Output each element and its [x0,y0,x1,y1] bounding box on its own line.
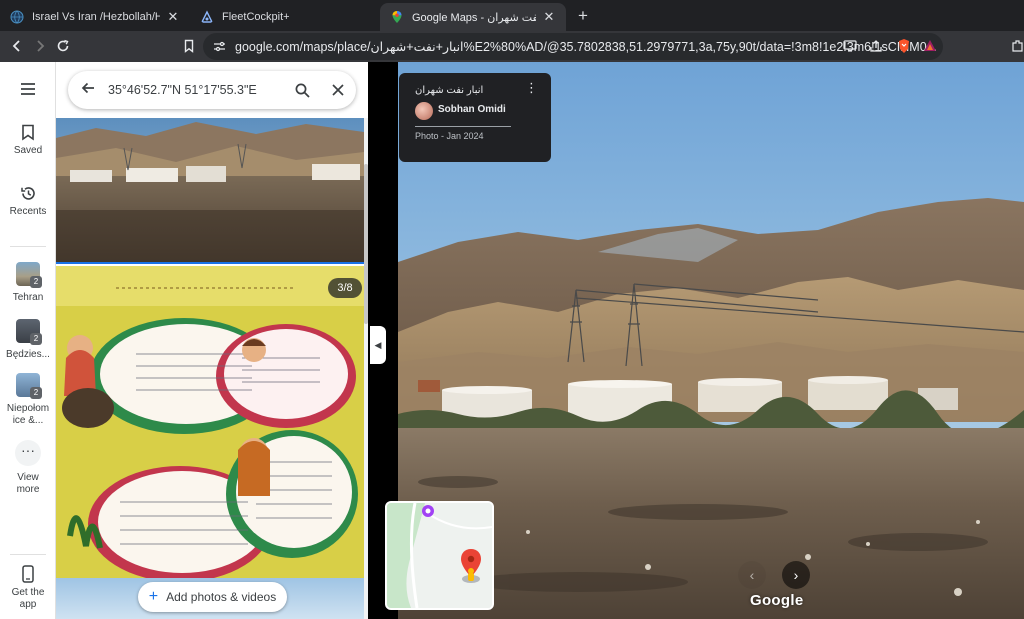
mini-map[interactable] [385,501,494,610]
rail-recents-label: Recents [9,206,47,217]
share-icon [870,40,882,52]
plus-icon: + [148,588,159,605]
rail-divider [10,246,46,247]
close-tab-icon[interactable]: ✕ [542,9,556,25]
rail-place-label: Niepołom ice &... [6,403,50,426]
photo-info-card: انبار نفت شهران ⋮ Sobhan Omidi Photo - J… [399,73,551,162]
history-icon [20,187,35,200]
place-count-badge: 2 [30,276,42,288]
rail-place-niepolomice[interactable]: 2 Niepołom ice &... [0,373,56,427]
photo-thumbnail-landscape[interactable] [56,118,364,264]
rail-saved[interactable]: Saved [0,124,56,156]
tab-label: Google Maps - انبار نفت شهران [412,11,536,24]
address-bar[interactable]: google.com/maps/place/انبار+نفت+شهران%E2… [203,33,943,60]
place-thumbnail: 2 [16,262,42,288]
rail-place-tehran[interactable]: 2 Tehran [0,262,56,303]
rail-place-bedzies[interactable]: 2 Będzies... [0,319,56,360]
photo-date: Photo - Jan 2024 [415,131,484,141]
place-thumbnail: 2 [16,373,42,399]
rail-view-more[interactable]: ··· View more [0,440,56,496]
photo-counter: 3/8 [328,278,362,298]
rail-place-label: Będzies... [6,349,50,360]
close-icon[interactable] [320,71,356,109]
tab-israel-vs-iran[interactable]: Israel Vs Iran /Hezbollah/Houthi ✕ [0,3,190,31]
photo-thumbnail-book[interactable] [56,266,364,578]
url-text: google.com/maps/place/انبار+نفت+شهران%E2… [235,40,938,54]
add-photos-button[interactable]: + Add photos & videos [138,582,287,612]
chevron-left-icon: ‹ [749,567,755,583]
search-box[interactable]: 35°46'52.7"N 51°17'55.3"E [68,71,356,109]
brave-lion-icon [899,39,909,53]
back-arrow-icon[interactable] [68,81,108,100]
close-tab-icon[interactable]: ✕ [166,9,180,25]
mini-map-graphic [387,503,492,608]
puzzle-icon [1012,40,1023,52]
rail-view-more-label: View more [16,472,40,495]
extension-button[interactable] [1008,36,1024,56]
add-photos-label: Add photos & videos [166,590,277,604]
info-divider [415,126,511,127]
globe-icon [10,10,24,24]
tab-label: Israel Vs Iran /Hezbollah/Houthi [32,11,160,23]
place-count-badge: 2 [30,387,42,399]
next-photo-button[interactable]: › [782,561,810,589]
maps-rail: Saved Recents 2 Tehran 2 Będzies... 2 Ni… [0,62,56,619]
rail-get-app-label: Get the app [11,587,45,610]
rail-saved-label: Saved [13,145,43,156]
avatar[interactable] [415,102,433,120]
tab-label: FleetCockpit+ [222,11,290,23]
place-thumbnail: 2 [16,319,42,345]
cast-icon [843,40,857,52]
phone-icon [22,565,34,583]
search-icon[interactable] [284,71,320,109]
google-maps-icon [392,11,402,23]
new-tab-button[interactable]: + [572,5,594,27]
landscape-photo [56,118,364,262]
book-page-photo [56,266,364,578]
back-button[interactable] [6,35,28,57]
brave-rewards-button[interactable] [920,36,940,56]
bookmark-icon [184,39,194,53]
tab-fleetcockpit[interactable]: FleetCockpit+ [190,3,380,31]
place-count-badge: 2 [30,333,42,345]
more-dots-icon: ··· [15,440,41,466]
reload-button[interactable] [52,35,74,57]
rail-recents[interactable]: Recents [0,185,56,217]
arrow-left-icon [12,40,20,52]
brave-shields-button[interactable] [894,36,914,56]
collapse-panel-button[interactable]: ◀ [370,326,386,364]
fleetcockpit-icon [200,10,214,23]
search-input[interactable]: 35°46'52.7"N 51°17'55.3"E [108,83,284,97]
side-panel: 35°46'52.7"N 51°17'55.3"E 3/8 + Add phot… [56,62,368,619]
forward-button[interactable] [29,35,51,57]
arrow-right-icon [37,40,45,52]
browser-toolbar: google.com/maps/place/انبار+نفت+شهران%E2… [0,31,1024,62]
reload-icon [57,39,69,52]
site-settings-icon[interactable] [213,40,226,53]
author-name[interactable]: Sobhan Omidi [438,104,506,115]
bookmark-button[interactable] [178,35,200,57]
tab-bar: Israel Vs Iran /Hezbollah/Houthi ✕ Fleet… [0,0,1024,31]
chevron-left-icon: ◀ [374,339,382,350]
more-vert-icon[interactable]: ⋮ [525,81,538,94]
rail-get-app[interactable]: Get the app [0,565,56,611]
place-name[interactable]: انبار نفت شهران [415,85,483,96]
menu-button[interactable] [0,82,56,100]
chevron-right-icon: › [793,567,799,583]
share-button[interactable] [866,36,886,56]
tab-google-maps[interactable]: Google Maps - انبار نفت شهران ✕ [380,3,566,31]
rail-divider [10,554,46,555]
google-logo: Google [750,592,804,609]
cast-button[interactable] [840,36,860,56]
bookmark-icon [22,124,34,141]
brave-rewards-icon [924,40,936,51]
rail-place-label: Tehran [12,292,44,303]
hamburger-menu-icon [21,83,35,95]
previous-photo-button[interactable]: ‹ [738,561,766,589]
